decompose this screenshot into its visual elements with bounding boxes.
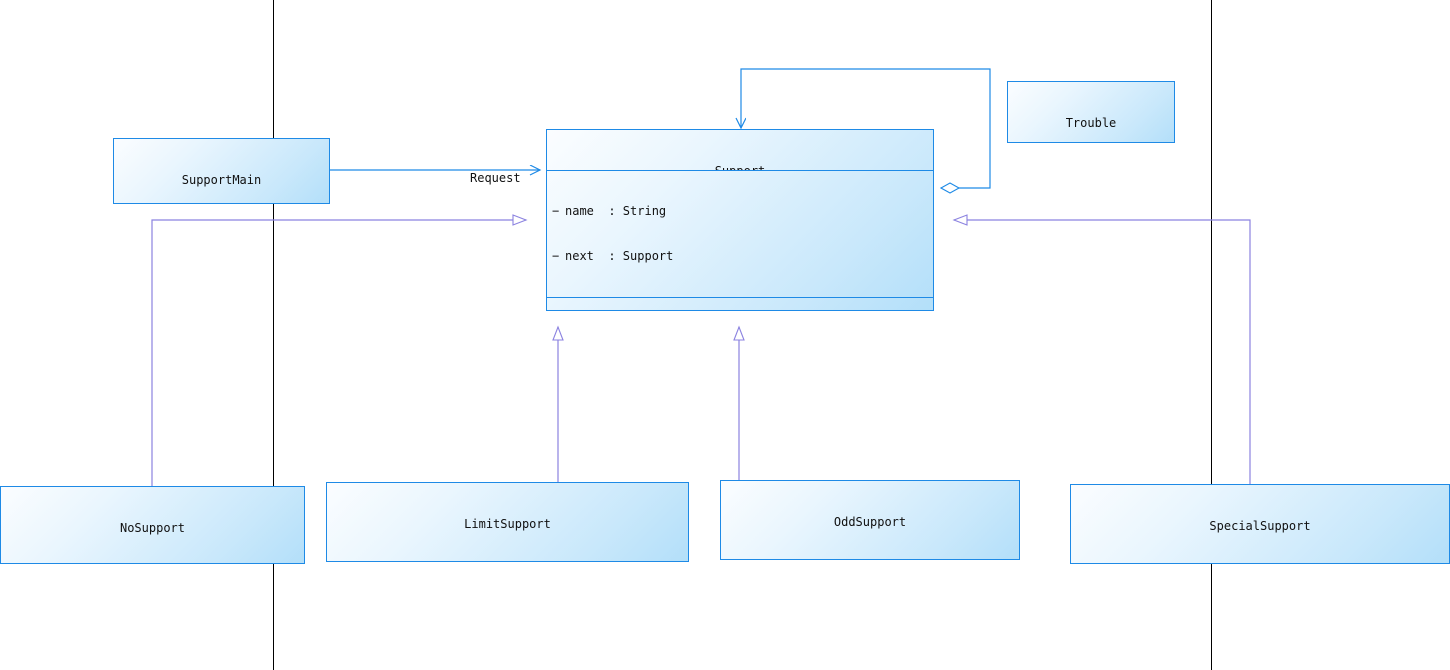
- class-title-limit-support: LimitSupport: [464, 517, 551, 531]
- class-no-support[interactable]: NoSupport +<<Constructor>>NoSupport (Str…: [0, 486, 305, 564]
- generalization-specialsupport: [952, 214, 1251, 484]
- connector-layer: [151, 68, 1251, 486]
- class-title-no-support: NoSupport: [119, 521, 186, 535]
- class-attributes-support: − name : String − next : Support: [547, 170, 933, 297]
- class-special-support[interactable]: SpecialSupport −number : int +<<Construc…: [1070, 484, 1450, 564]
- class-title-trouble: Trouble: [1065, 116, 1117, 130]
- class-trouble[interactable]: Trouble −number : int +toString () : Str…: [1007, 81, 1175, 143]
- class-title-support: Support {abstract}: [547, 130, 933, 170]
- attribute-row: − name : String: [552, 204, 667, 218]
- class-title-special-support: SpecialSupport: [1209, 519, 1311, 533]
- attribute-row: − next : Support: [552, 249, 674, 263]
- generalization-nosupport: [151, 214, 528, 486]
- class-title-support-main: SupportMain: [181, 173, 262, 187]
- edge-label-request: Request: [470, 171, 521, 185]
- guide-line-left: [273, 0, 274, 670]
- class-limit-support[interactable]: LimitSupport −limit : int +<<Constructor…: [326, 482, 689, 562]
- guide-line-right: [1211, 0, 1212, 670]
- uml-diagram-canvas: Request SupportMain +main (String args[]…: [0, 0, 1450, 670]
- class-operations-support: +<<Constructor>>Support (String name) +s…: [547, 297, 933, 310]
- class-odd-support[interactable]: OddSupport +<<Constructor>>OddSupport (S…: [720, 480, 1020, 560]
- class-support[interactable]: Support {abstract} −name : String −next …: [546, 129, 934, 311]
- class-title-odd-support: OddSupport: [833, 515, 907, 529]
- class-support-main[interactable]: SupportMain +main (String args[]) : void: [113, 138, 330, 204]
